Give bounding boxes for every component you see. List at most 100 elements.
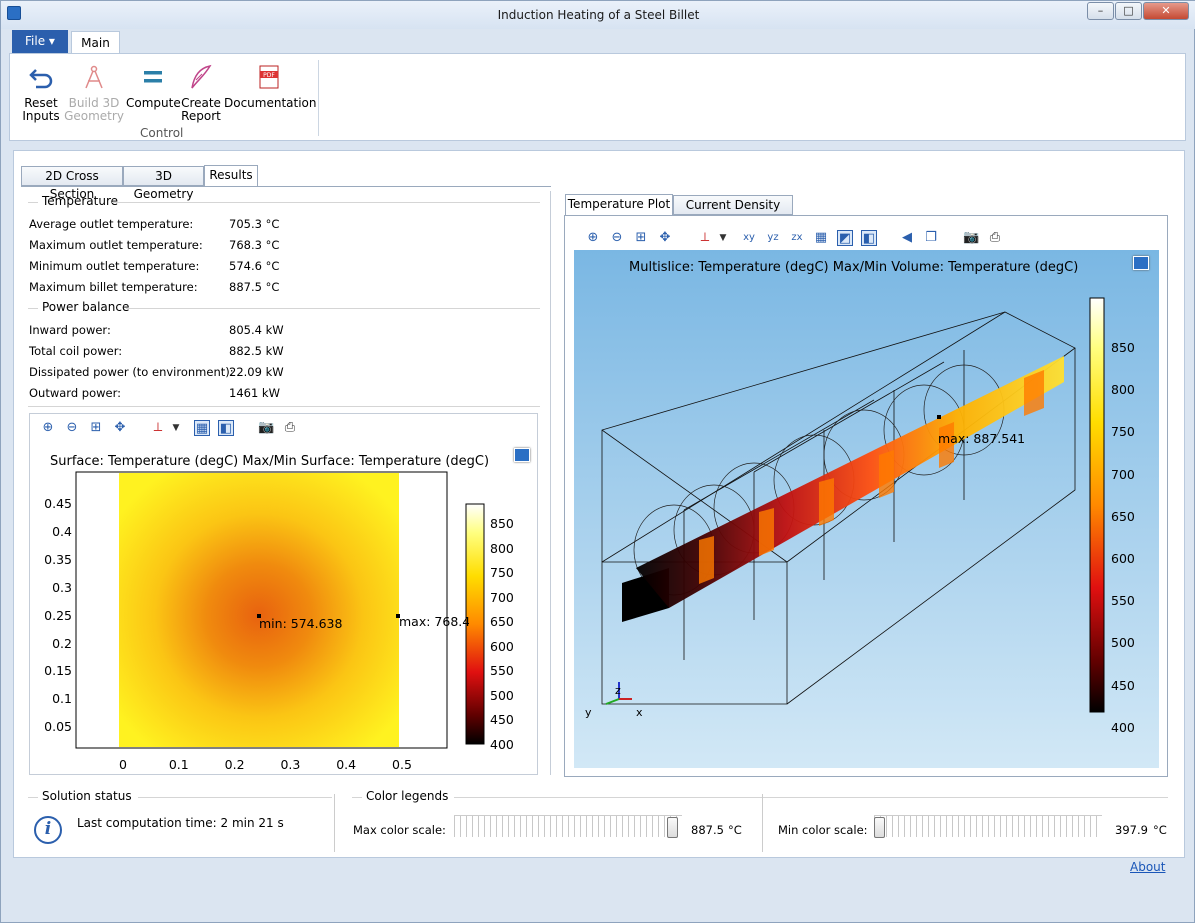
build-label-2: Geometry (64, 109, 124, 123)
max-billet-label: Maximum billet temperature: (29, 280, 198, 294)
window-title: Induction Heating of a Steel Billet (497, 8, 700, 22)
y-tick-label: 0.45 (44, 496, 72, 511)
dissipated-power-value: 22.09 kW (229, 365, 284, 379)
comsol-logo-icon (514, 448, 530, 462)
zoom-out-icon[interactable]: ⊖ (64, 420, 80, 436)
inward-power-label: Inward power: (29, 323, 111, 337)
dropdown-3d-arrow-icon[interactable]: ▼ (715, 230, 731, 246)
inward-power-value: 805.4 kW (229, 323, 284, 337)
main-ribbon-tab[interactable]: Main (71, 31, 120, 54)
max-color-slider[interactable] (454, 815, 682, 837)
tab-temperature-plot[interactable]: Temperature Plot (565, 194, 673, 216)
axis-orientation-icon[interactable]: ⟂ (150, 420, 166, 436)
colorbar-3d-tick-label: 550 (1111, 593, 1135, 609)
create-report-button[interactable]: Create Report (180, 64, 222, 123)
documentation-button[interactable]: PDF Documentation (224, 64, 317, 110)
colorbar-3d-tick-label: 500 (1111, 635, 1135, 651)
colorbar-tick-label: 700 (490, 589, 514, 605)
pdf-icon: PDF (259, 65, 279, 89)
tab-results[interactable]: Results (204, 165, 258, 187)
legend-3d-toggle-icon[interactable]: ◧ (861, 230, 877, 246)
x-tick-label: 0.4 (336, 757, 357, 772)
maximize-button[interactable]: □ (1115, 2, 1142, 20)
ribbon-separator (318, 60, 319, 136)
axis-orientation-3d-icon[interactable]: ⟂ (697, 230, 713, 246)
print-3d-icon[interactable]: ⎙ (987, 230, 1003, 246)
y-tick-label: 0.35 (44, 551, 72, 567)
y-tick-label: 0.25 (44, 607, 72, 623)
min-color-slider-thumb[interactable] (874, 817, 885, 838)
dropdown-arrow-icon[interactable]: ▼ (168, 420, 184, 436)
compute-button[interactable]: Compute (126, 64, 181, 110)
plot-3d-title: Multislice: Temperature (degC) Max/Min V… (629, 260, 1079, 275)
splitter[interactable] (550, 191, 551, 775)
max-outlet-label: Maximum outlet temperature: (29, 238, 203, 252)
zoom-extents-icon[interactable]: ✥ (112, 420, 128, 436)
minimize-button[interactable]: – (1087, 2, 1114, 20)
sky-background (574, 250, 1159, 768)
close-button[interactable]: ✕ (1143, 2, 1189, 20)
y-tick-label: 0.3 (52, 579, 72, 595)
max-color-unit: °C (728, 823, 742, 837)
camera-3d-icon[interactable]: 📷 (963, 230, 979, 246)
min-outlet-value: 574.6 °C (229, 259, 280, 273)
zoom-out-3d-icon[interactable]: ⊖ (609, 230, 625, 246)
zoom-box-icon[interactable]: ⊞ (88, 420, 104, 436)
x-tick-label: 0.1 (168, 757, 189, 772)
avg-outlet-value: 705.3 °C (229, 217, 280, 231)
axis-x-label: x (636, 706, 643, 719)
grid-toggle-icon[interactable]: ▦ (194, 420, 210, 436)
colorbar-tick-label: 400 (490, 736, 514, 752)
max-label: max: 768.4 (399, 614, 469, 629)
axis-3d-toggle-icon[interactable]: ◩ (837, 230, 853, 246)
y-tick-label: 0.05 (44, 719, 72, 735)
light-icon[interactable]: ◀ (899, 230, 915, 246)
view-xy-icon[interactable]: xy (741, 230, 757, 246)
tab-3d-geometry[interactable]: 3D Geometry (123, 166, 204, 201)
about-link[interactable]: About (1130, 860, 1165, 874)
zoom-extents-3d-icon[interactable]: ✥ (657, 230, 673, 246)
svg-text:PDF: PDF (263, 72, 275, 79)
build-3d-geometry-button[interactable]: Build 3D Geometry (64, 64, 124, 123)
axis-z-label: z (615, 684, 621, 697)
power-heading: Power balance (42, 300, 130, 314)
view-zx-icon[interactable]: zx (789, 230, 805, 246)
view-yz-icon[interactable]: yz (765, 230, 781, 246)
min-color-unit: °C (1153, 823, 1167, 837)
colorbar-3d-tick-label: 650 (1111, 508, 1135, 524)
max-color-slider-thumb[interactable] (666, 817, 678, 838)
outward-power-label: Outward power: (29, 386, 121, 400)
y-tick-label: 0.15 (44, 663, 72, 679)
dissipated-power-label: Dissipated power (to environment): (29, 365, 234, 379)
colorbar-3d-tick-label: 850 (1111, 340, 1135, 355)
min-label: min: 574.638 (259, 616, 343, 631)
reset-inputs-button[interactable]: Reset Inputs (20, 64, 62, 123)
equals-icon (144, 71, 162, 83)
colorbar-3d-tick-label: 800 (1111, 382, 1135, 398)
grid-3d-icon[interactable]: ▦ (813, 230, 829, 246)
tab-2d-cross-section[interactable]: 2D Cross Section (21, 166, 123, 201)
ribbon-panel: Reset Inputs Build 3D Geometry Compute C… (9, 53, 1186, 141)
min-color-slider[interactable] (874, 815, 1102, 837)
y-tick-label: 0.1 (52, 691, 72, 707)
x-tick-label: 0.2 (224, 757, 245, 772)
max-color-scale-label: Max color scale: (353, 823, 446, 837)
reset-label-2: Inputs (22, 109, 60, 123)
transparency-icon[interactable]: ❐ (923, 230, 939, 246)
plot-3d-canvas (574, 250, 1159, 768)
tab-current-density-plot[interactable]: Current Density Plot (673, 195, 793, 230)
zoom-in-3d-icon[interactable]: ⊕ (585, 230, 601, 246)
colorbar-tick-label: 600 (490, 638, 514, 654)
y-tick-label: 0.4 (52, 523, 72, 539)
print-icon[interactable]: ⎙ (282, 420, 298, 436)
avg-outlet-label: Average outlet temperature: (29, 217, 194, 231)
quill-icon (191, 64, 212, 89)
zoom-in-icon[interactable]: ⊕ (40, 420, 56, 436)
file-menu-tab[interactable]: File ▾ (12, 30, 68, 53)
coil-power-value: 882.5 kW (229, 344, 284, 358)
legend-toggle-icon[interactable]: ◧ (218, 420, 234, 436)
camera-icon[interactable]: 📷 (258, 420, 274, 436)
x-tick-label: 0.3 (280, 757, 301, 772)
zoom-box-3d-icon[interactable]: ⊞ (633, 230, 649, 246)
colorbar-3d-tick-label: 450 (1111, 677, 1135, 693)
